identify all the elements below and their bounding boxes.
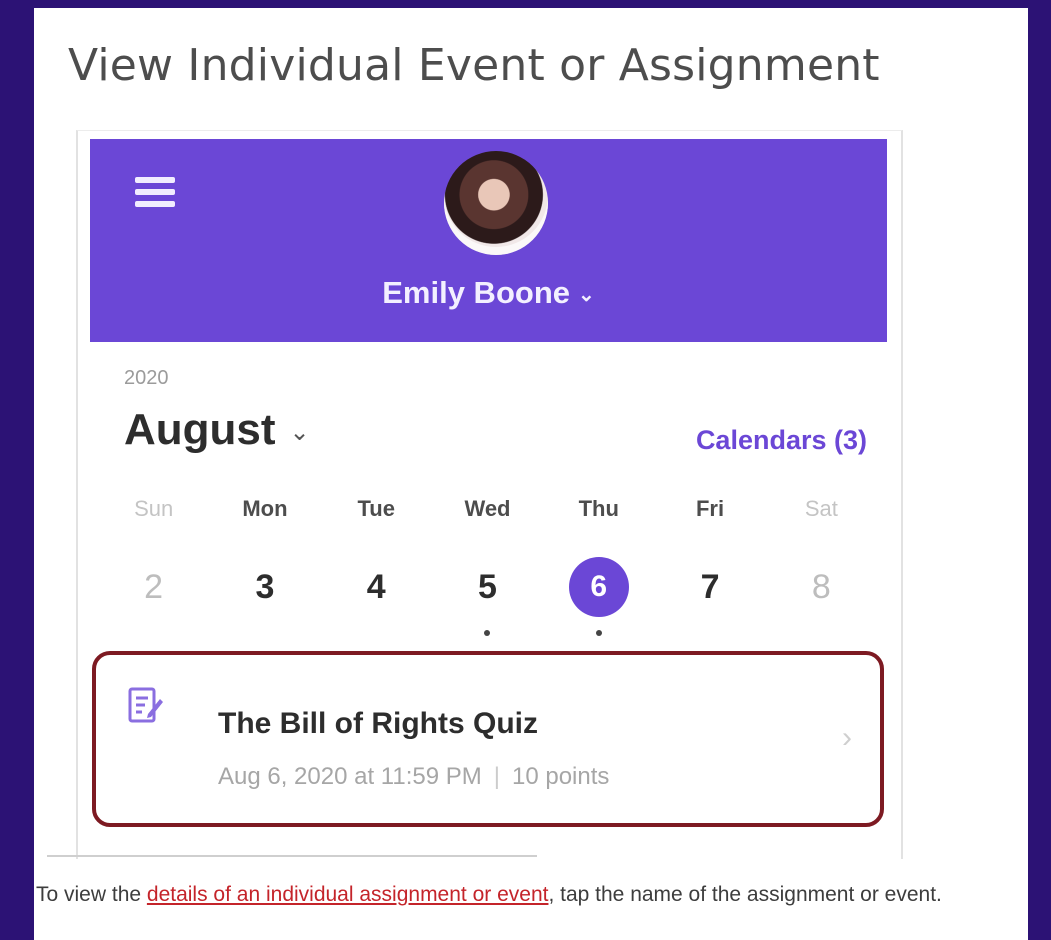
weekday-wed: Wed <box>464 496 511 521</box>
month-label: August <box>124 405 276 454</box>
month-selector[interactable]: August ⌄ <box>124 405 310 455</box>
event-indicator-dot <box>484 630 491 636</box>
date-cell[interactable]: 3 <box>209 556 320 618</box>
document-sheet: View Individual Event or Assignment Emil… <box>34 8 1028 940</box>
weekday-header: Sun Mon Tue Wed Thu Fri Sat <box>98 496 877 522</box>
date-strip: 2 3 4 5 6 7 8 <box>98 556 877 636</box>
date-cell[interactable]: 2 <box>98 556 209 618</box>
avatar[interactable] <box>444 151 548 255</box>
chevron-down-icon: ⌄ <box>578 284 595 307</box>
app-screenshot: Emily Boone ⌄ 2020 August ⌄ Calendars (3) … <box>76 130 903 859</box>
caption: To view the details of an individual ass… <box>36 884 986 906</box>
date-cell[interactable]: 5 <box>432 556 543 636</box>
event-title[interactable]: The Bill of Rights Quiz <box>218 707 538 741</box>
event-points: 10 points <box>511 763 610 790</box>
chevron-right-icon[interactable]: › <box>842 721 852 755</box>
event-indicator-dot <box>595 630 602 636</box>
weekday-tue: Tue <box>357 496 395 521</box>
weekday-fri: Fri <box>695 496 725 521</box>
event-due-date: Aug 6, 2020 at 11:59 PM <box>218 763 482 790</box>
user-name: Emily Boone <box>382 275 570 310</box>
date-cell[interactable]: 4 <box>321 556 432 618</box>
event-list-item[interactable]: The Bill of Rights Quiz Aug 6, 2020 at 1… <box>92 651 884 827</box>
date-number: 2 <box>144 567 164 606</box>
divider <box>47 855 537 857</box>
weekday-mon: Mon <box>242 496 288 521</box>
calendars-link[interactable]: Calendars (3) <box>696 425 867 456</box>
date-number: 3 <box>255 567 275 606</box>
details-link[interactable]: details of an individual assignment or e… <box>147 883 549 906</box>
weekday-sun: Sun <box>134 496 174 521</box>
page-title: View Individual Event or Assignment <box>68 40 880 91</box>
weekday-sat: Sat <box>804 496 838 521</box>
weekday-thu: Thu <box>578 496 619 521</box>
date-cell[interactable]: 7 <box>654 556 765 618</box>
calendar-year: 2020 <box>124 367 169 389</box>
chevron-down-icon: ⌄ <box>289 418 310 446</box>
user-switcher[interactable]: Emily Boone ⌄ <box>90 275 887 311</box>
date-number: 8 <box>811 567 831 606</box>
caption-text-end: , tap the name of the assignment or even… <box>548 883 942 906</box>
caption-text-start: To view the <box>36 883 147 906</box>
date-number: 6 <box>568 557 629 617</box>
date-cell[interactable]: 8 <box>766 556 877 618</box>
date-number: 5 <box>478 567 497 606</box>
event-meta: Aug 6, 2020 at 11:59 PM | 10 points <box>218 763 609 791</box>
hamburger-icon[interactable] <box>135 177 175 209</box>
date-number: 7 <box>700 567 720 606</box>
assignment-icon <box>128 687 163 723</box>
date-number: 4 <box>366 567 386 606</box>
app-header: Emily Boone ⌄ <box>90 139 887 342</box>
meta-separator: | <box>493 763 500 790</box>
date-cell-selected[interactable]: 6 <box>543 556 654 636</box>
